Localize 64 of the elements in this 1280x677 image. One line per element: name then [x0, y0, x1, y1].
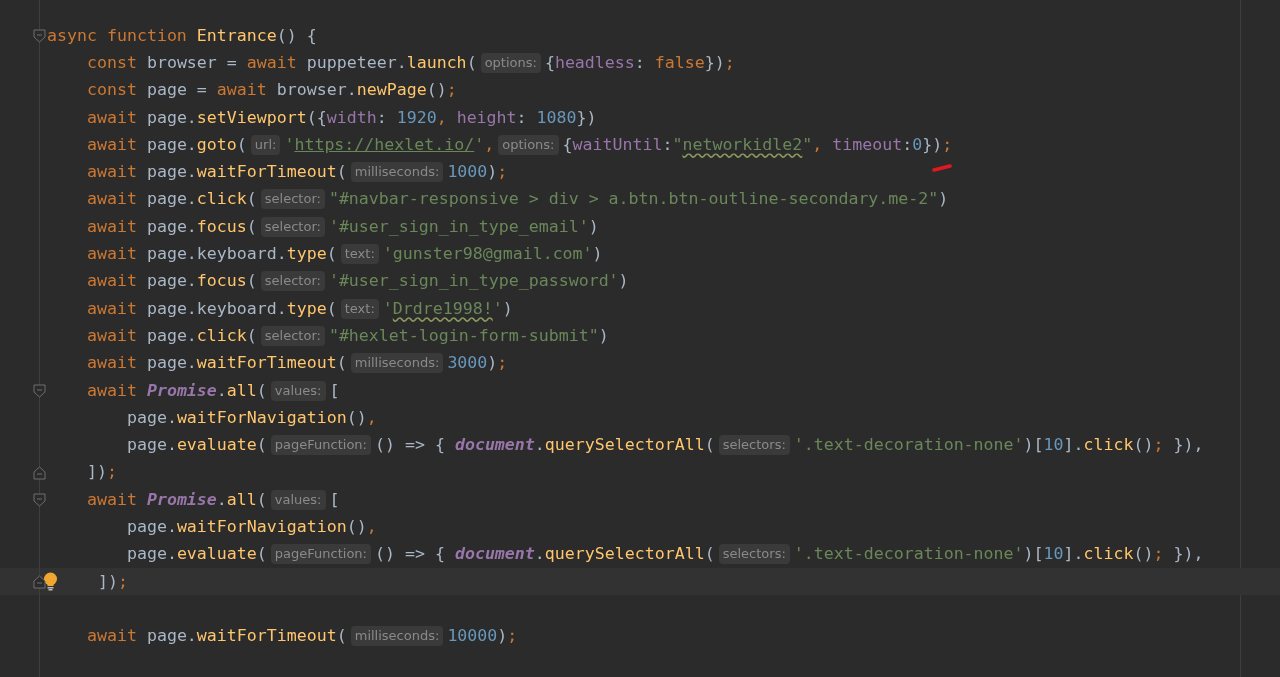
code-text: "#hexlet-login-form-submit") — [328, 324, 609, 347]
code-text: await page.setViewport({width: 1920, height: 1080}) — [85, 106, 597, 129]
code-text: await page.click( — [85, 324, 257, 347]
code-text: page.waitForNavigation(), — [125, 406, 377, 429]
code-text: [ — [329, 488, 340, 511]
parameter-hint: pageFunction: — [270, 435, 371, 456]
parameter-hint: selectors: — [718, 544, 790, 565]
parameter-hint: selector: — [260, 216, 325, 237]
code-text: {waitUntil:"networkidle2", timeout:0}); — [562, 133, 953, 156]
parameter-hint: milliseconds: — [350, 626, 444, 647]
code-text: 'gunster98@gmail.com') — [382, 243, 603, 265]
parameter-hint: selectors: — [718, 435, 790, 456]
code-text: await page.waitForTimeout( — [85, 161, 347, 184]
parameter-hint: options: — [498, 134, 559, 155]
parameter-hint: milliseconds: — [350, 162, 444, 183]
code-text: ]); — [85, 461, 117, 484]
code-text: '#user_sign_in_type_password') — [328, 270, 629, 293]
fold-icon[interactable] — [33, 493, 46, 508]
code-text: () => { document.querySelectorAll( — [374, 434, 715, 457]
code-text: await page.keyboard.type( — [85, 297, 337, 320]
fold-icon[interactable] — [33, 29, 46, 43]
code-text: '.text-decoration-none')[10].click(); }), — [793, 543, 1204, 566]
parameter-hint: url: — [250, 134, 281, 155]
code-text: page.evaluate( — [125, 543, 267, 566]
code-text: 'https://hexlet.io/', — [284, 133, 495, 156]
parameter-hint: milliseconds: — [350, 353, 444, 374]
fold-end-icon[interactable] — [33, 574, 46, 589]
code-text: await page.waitForTimeout( — [85, 625, 347, 648]
parameter-hint: text: — [340, 244, 379, 264]
code-text: ]); — [96, 570, 128, 593]
code-text: {headless: false}); — [544, 51, 735, 74]
code-text: await page.waitForTimeout( — [85, 352, 347, 375]
code-text: async function Entrance() { — [47, 24, 317, 47]
parameter-hint: selector: — [260, 325, 325, 346]
parameter-hint: text: — [340, 298, 379, 319]
code-text: '#user_sign_in_type_email') — [328, 215, 599, 238]
parameter-hint: pageFunction: — [270, 544, 371, 565]
parameter-hint: values: — [270, 489, 326, 510]
code-text: () => { document.querySelectorAll( — [374, 543, 715, 566]
pen-stroke-mark — [932, 164, 952, 172]
code-text: [ — [329, 379, 340, 402]
code-text: await Promise.all( — [85, 379, 267, 402]
parameter-hint: selector: — [260, 189, 325, 210]
parameter-hint: selector: — [260, 271, 325, 292]
code-text: page.evaluate( — [125, 434, 267, 457]
code-text: '.text-decoration-none')[10].click(); }), — [793, 434, 1204, 457]
lightbulb-icon[interactable] — [43, 572, 58, 592]
code-text: 10000); — [447, 625, 518, 648]
code-text: await page.goto( — [85, 133, 247, 156]
code-text: await page.focus( — [85, 215, 257, 238]
parameter-hint: options: — [480, 52, 541, 73]
code-text: await page.focus( — [85, 270, 257, 293]
code-text: 3000); — [447, 352, 508, 375]
code-text: 1000); — [447, 161, 508, 184]
code-text: const browser = await puppeteer.launch( — [85, 51, 477, 74]
code-text: await page.click( — [85, 188, 257, 211]
parameter-hint: values: — [270, 380, 326, 401]
code-text: await Promise.all( — [85, 488, 267, 511]
code-text: await page.keyboard.type( — [85, 243, 337, 265]
code-text: "#navbar-responsive > div > a.btn.btn-outline-secondary.me-2") — [328, 188, 949, 211]
code-text: const page = await browser.newPage(); — [85, 79, 457, 102]
code-text: page.waitForNavigation(), — [125, 516, 377, 538]
code-text: 'Drdre1998!') — [382, 297, 513, 320]
fold-icon[interactable] — [33, 383, 46, 398]
